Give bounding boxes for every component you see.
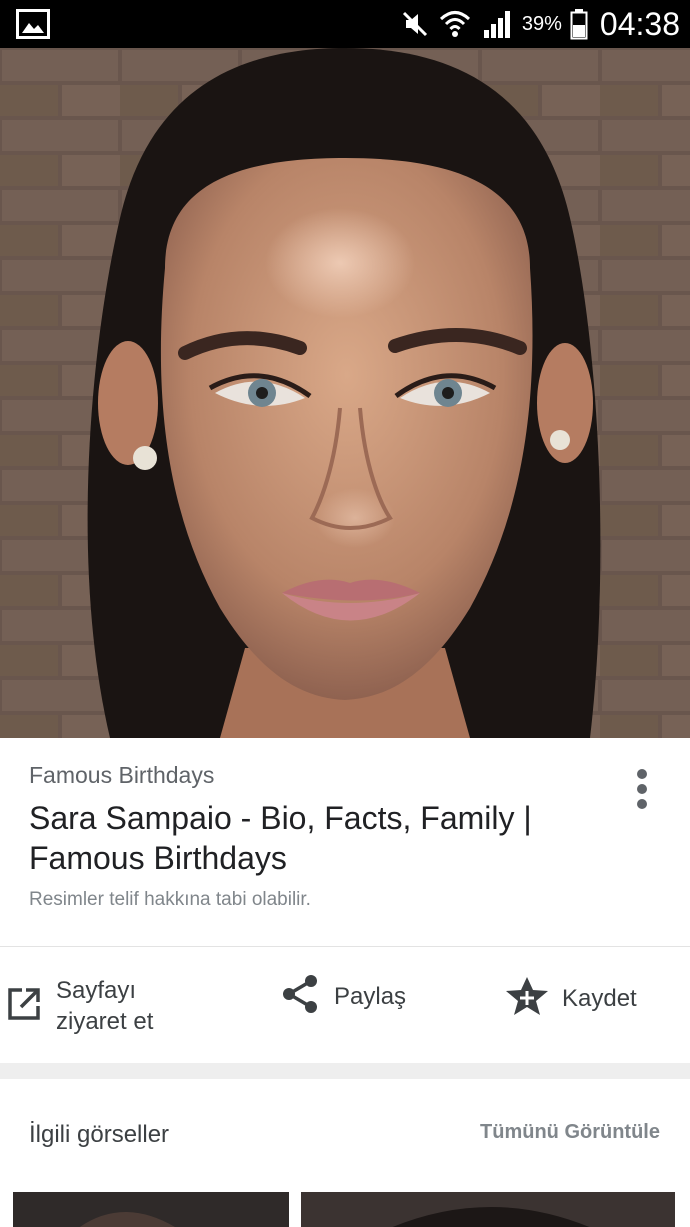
result-title[interactable]: Sara Sampaio - Bio, Facts, Family | Famo… <box>29 798 589 878</box>
visit-page-label: Sayfayı ziyaret et <box>56 977 154 1035</box>
clock: 04:38 <box>599 5 680 42</box>
battery-icon <box>570 8 588 40</box>
share-label: Paylaş <box>334 983 407 1010</box>
signal-icon <box>480 8 514 40</box>
more-vert-icon-dot <box>637 799 647 809</box>
visit-page-button[interactable]: Sayfayı ziyaret et <box>6 975 196 1037</box>
save-label: Kaydet <box>562 985 637 1012</box>
source-name[interactable]: Famous Birthdays <box>29 762 214 789</box>
portrait-photo <box>0 48 690 738</box>
more-options-button[interactable] <box>626 766 658 812</box>
share-button[interactable]: Paylaş <box>280 973 406 1020</box>
image-viewer-screen: 39% 04:38 Famous Birthdays Sara Sampaio … <box>0 0 690 1227</box>
related-image-thumbnail[interactable] <box>13 1192 289 1227</box>
result-image[interactable] <box>0 48 690 738</box>
view-all-link[interactable]: Tümünü Görüntüle <box>480 1121 660 1144</box>
wifi-icon <box>438 8 472 40</box>
related-images-section: İlgili görseller Tümünü Görüntüle <box>0 1079 690 1227</box>
open-in-new-icon <box>6 986 42 1027</box>
star-add-icon <box>504 975 550 1022</box>
share-icon <box>280 973 320 1020</box>
more-vert-icon <box>637 769 647 779</box>
action-row: Sayfayı ziyaret et Paylaş Kaydet <box>0 947 690 1063</box>
section-separator <box>0 1063 690 1079</box>
status-bar: 39% 04:38 <box>0 0 690 48</box>
battery-percent: 39% <box>521 12 562 35</box>
mute-icon <box>400 9 430 39</box>
related-images-title: İlgili görseller <box>29 1121 170 1148</box>
more-vert-icon-dot <box>637 784 647 794</box>
save-button[interactable]: Kaydet <box>504 975 637 1022</box>
status-icons: 39% 04:38 <box>400 0 680 48</box>
related-image-thumbnail[interactable] <box>301 1192 675 1227</box>
copyright-notice: Resimler telif hakkına tabi olabilir. <box>29 889 311 910</box>
result-info-card: Famous Birthdays Sara Sampaio - Bio, Fac… <box>0 738 690 946</box>
gallery-icon <box>16 9 50 39</box>
